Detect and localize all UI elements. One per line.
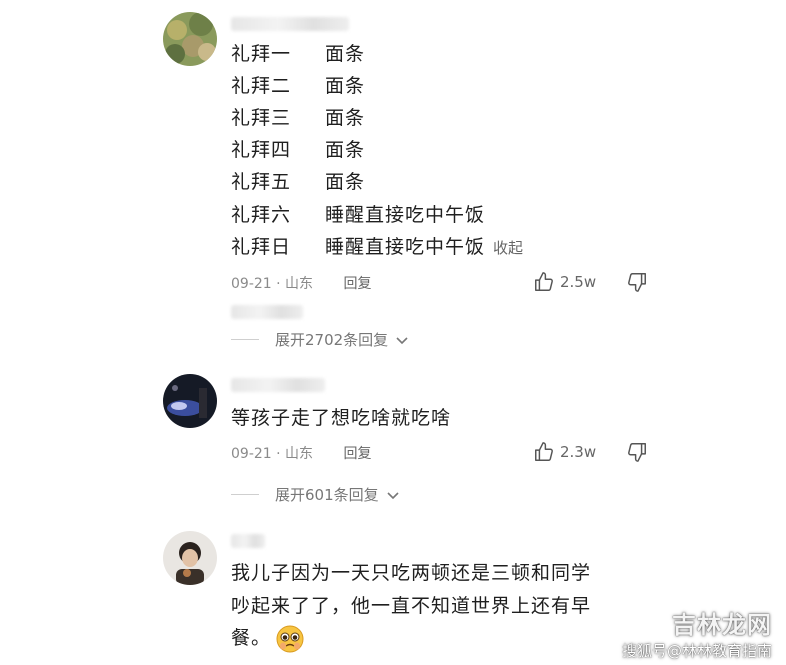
reply-button[interactable]: 回复 bbox=[344, 446, 372, 462]
comment-meta: 09-21 · 山东 回复 bbox=[231, 273, 372, 293]
watermark-sub: 搜狐号@林林教育指南 bbox=[621, 642, 772, 660]
reply-preview-blurred bbox=[231, 305, 303, 319]
thumbs-up-icon bbox=[535, 442, 553, 461]
comment-line: 礼拜一 面条 bbox=[231, 43, 366, 65]
comment-line: 礼拜六 睡醒直接吃中午饭 bbox=[231, 204, 486, 226]
like-count: 2.5w bbox=[560, 273, 597, 291]
expand-replies[interactable]: 展开601条回复 bbox=[231, 484, 401, 505]
thumbs-up-icon bbox=[535, 272, 553, 291]
thumbs-down-icon bbox=[628, 443, 646, 462]
comment-text-line: 餐。 bbox=[231, 622, 305, 654]
comment-line: 礼拜三 面条 bbox=[231, 107, 366, 129]
username-blurred[interactable] bbox=[231, 534, 265, 548]
expand-replies-label: 展开2702条回复 bbox=[275, 331, 389, 349]
comment-date: 09-21 bbox=[231, 446, 272, 462]
expand-replies[interactable]: 展开2702条回复 bbox=[231, 329, 410, 350]
reply-button[interactable]: 回复 bbox=[344, 276, 372, 292]
dislike-button[interactable] bbox=[626, 271, 648, 297]
comment-line: 礼拜日 睡醒直接吃中午饭 收起 bbox=[231, 236, 524, 258]
collapse-link[interactable]: 收起 bbox=[493, 239, 523, 257]
comment-text: 等孩子走了想吃啥就吃啥 bbox=[231, 407, 452, 429]
comment-text-line: 吵起来了了，他一直不知道世界上还有早 bbox=[231, 595, 592, 617]
meta-separator: · bbox=[276, 446, 281, 462]
chevron-down-icon bbox=[387, 491, 399, 499]
thumbs-down-icon bbox=[628, 273, 646, 292]
watermark: 吉林龙网 搜狐号@林林教育指南 bbox=[622, 605, 772, 661]
username-blurred[interactable] bbox=[231, 17, 349, 31]
like-count: 2.3w bbox=[560, 443, 597, 461]
comment-line: 礼拜五 面条 bbox=[231, 171, 366, 193]
watermark-brand: 吉林龙网 bbox=[672, 611, 772, 639]
comment-line: 礼拜二 面条 bbox=[231, 75, 366, 97]
like-button[interactable]: 2.3w bbox=[533, 441, 596, 463]
expand-replies-label: 展开601条回复 bbox=[275, 486, 379, 504]
comment-line: 礼拜四 面条 bbox=[231, 139, 366, 161]
dislike-button[interactable] bbox=[626, 441, 648, 467]
username-blurred[interactable] bbox=[231, 378, 325, 392]
comment-date: 09-21 bbox=[231, 276, 272, 292]
chevron-down-icon bbox=[396, 336, 408, 344]
comment-location: 山东 bbox=[285, 446, 314, 462]
avatar[interactable] bbox=[163, 12, 217, 66]
avatar[interactable] bbox=[163, 531, 217, 585]
comment-text-line: 我儿子因为一天只吃两顿还是三顿和同学 bbox=[231, 562, 592, 584]
pleading-face-emoji-icon bbox=[275, 624, 305, 654]
comment-meta: 09-21 · 山东 回复 bbox=[231, 443, 372, 463]
comment-location: 山东 bbox=[285, 276, 314, 292]
avatar[interactable] bbox=[163, 374, 217, 428]
meta-separator: · bbox=[276, 276, 281, 292]
like-button[interactable]: 2.5w bbox=[533, 271, 596, 293]
